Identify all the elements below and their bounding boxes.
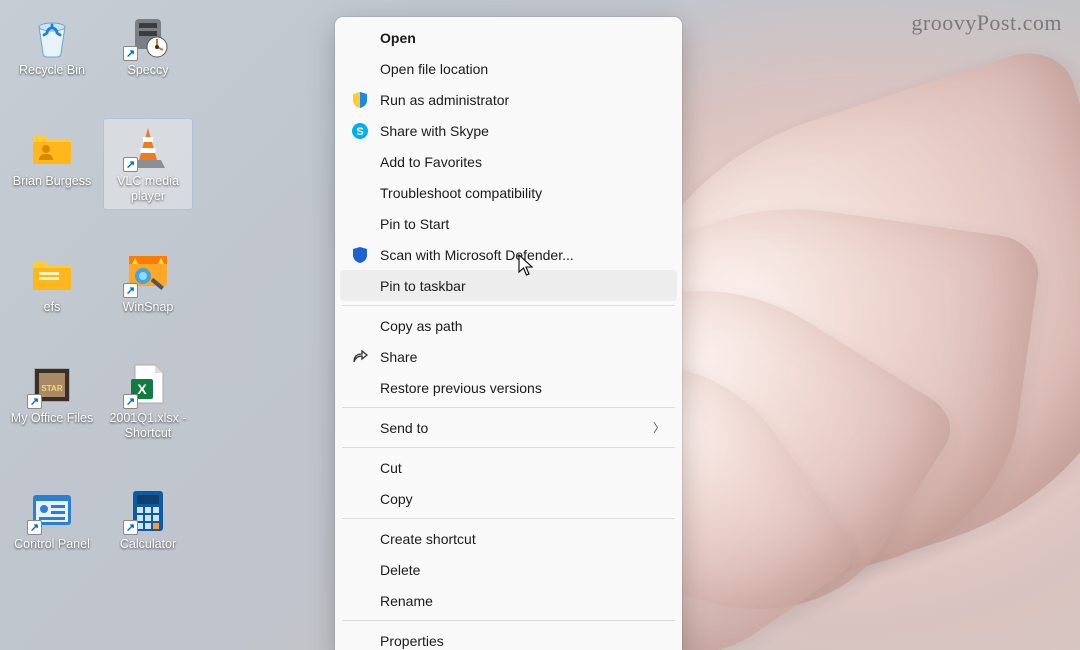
- desktop[interactable]: groovyPost.com Recycle Bin: [0, 0, 1080, 650]
- menu-item-label: Pin to Start: [380, 216, 449, 232]
- speccy-icon: ↗: [124, 12, 172, 60]
- menu-separator: [342, 518, 675, 519]
- icon-excel-shortcut[interactable]: X ↗ 2001Q1.xlsx - Shortcut: [104, 356, 192, 446]
- menu-item-send-to[interactable]: Send to 〉: [340, 412, 677, 443]
- chevron-right-icon: 〉: [653, 419, 665, 436]
- menu-separator: [342, 620, 675, 621]
- vlc-icon: ↗: [124, 123, 172, 171]
- folder-icon: [28, 249, 76, 297]
- menu-item-label: Pin to taskbar: [380, 278, 466, 294]
- icon-label: My Office Files: [11, 411, 93, 427]
- icon-calculator[interactable]: ↗ Calculator: [104, 482, 192, 557]
- office-folder-icon: STAR ↗: [28, 360, 76, 408]
- menu-item-add-favorites[interactable]: Add to Favorites: [340, 146, 677, 177]
- menu-item-label: Delete: [380, 562, 420, 578]
- defender-icon: [350, 245, 370, 265]
- menu-item-cut[interactable]: Cut: [340, 452, 677, 483]
- menu-item-run-as-admin[interactable]: Run as administrator: [340, 84, 677, 115]
- menu-separator: [342, 407, 675, 408]
- menu-item-label: Open file location: [380, 61, 488, 77]
- menu-item-label: Scan with Microsoft Defender...: [380, 247, 574, 263]
- menu-item-open[interactable]: Open: [340, 22, 677, 53]
- shortcut-overlay-icon: ↗: [27, 520, 42, 535]
- menu-item-label: Add to Favorites: [380, 154, 482, 170]
- excel-file-icon: X ↗: [124, 360, 172, 408]
- menu-item-label: Share with Skype: [380, 123, 489, 139]
- svg-text:S: S: [356, 126, 363, 138]
- shortcut-overlay-icon: ↗: [123, 394, 138, 409]
- menu-item-label: Troubleshoot compatibility: [380, 185, 542, 201]
- icon-speccy[interactable]: ↗ Speccy: [104, 8, 192, 83]
- menu-item-label: Restore previous versions: [380, 380, 542, 396]
- menu-item-scan-defender[interactable]: Scan with Microsoft Defender...: [340, 239, 677, 270]
- menu-item-restore-versions[interactable]: Restore previous versions: [340, 372, 677, 403]
- icon-label: Calculator: [120, 537, 176, 553]
- menu-item-share-skype[interactable]: S Share with Skype: [340, 115, 677, 146]
- menu-item-label: Open: [380, 30, 416, 46]
- icon-brian-burgess[interactable]: Brian Burgess: [8, 119, 96, 209]
- winsnap-icon: ↗: [124, 249, 172, 297]
- shield-uac-icon: [350, 90, 370, 110]
- icon-label: WinSnap: [123, 300, 174, 316]
- menu-item-share[interactable]: Share: [340, 341, 677, 372]
- control-panel-icon: ↗: [28, 486, 76, 534]
- shortcut-overlay-icon: ↗: [123, 283, 138, 298]
- user-folder-icon: [28, 123, 76, 171]
- desktop-icons-grid: Recycle Bin ↗ Speccy: [8, 8, 194, 556]
- icon-my-office-files[interactable]: STAR ↗ My Office Files: [8, 356, 96, 446]
- svg-text:STAR: STAR: [41, 384, 62, 393]
- menu-separator: [342, 305, 675, 306]
- icon-label: Speccy: [128, 63, 169, 79]
- icon-efs[interactable]: efs: [8, 245, 96, 320]
- menu-item-create-shortcut[interactable]: Create shortcut: [340, 523, 677, 554]
- menu-item-label: Send to: [380, 420, 428, 436]
- menu-item-label: Share: [380, 349, 417, 365]
- icon-control-panel[interactable]: ↗ Control Panel: [8, 482, 96, 557]
- calculator-icon: ↗: [124, 486, 172, 534]
- shortcut-overlay-icon: ↗: [123, 520, 138, 535]
- share-icon: [350, 347, 370, 367]
- watermark-text: groovyPost.com: [911, 10, 1062, 36]
- icon-label: Brian Burgess: [13, 174, 92, 190]
- menu-item-label: Rename: [380, 593, 433, 609]
- menu-item-open-file-location[interactable]: Open file location: [340, 53, 677, 84]
- menu-item-label: Copy as path: [380, 318, 463, 334]
- svg-text:X: X: [137, 381, 147, 397]
- icon-label: efs: [44, 300, 61, 316]
- menu-separator: [342, 447, 675, 448]
- shortcut-overlay-icon: ↗: [27, 394, 42, 409]
- menu-item-copy[interactable]: Copy: [340, 483, 677, 514]
- menu-item-delete[interactable]: Delete: [340, 554, 677, 585]
- context-menu: Open Open file location Run as administrat…: [335, 17, 682, 650]
- icon-label: Recycle Bin: [19, 63, 85, 79]
- menu-item-label: Copy: [380, 491, 413, 507]
- icon-label: VLC media player: [106, 174, 190, 205]
- icon-recycle-bin[interactable]: Recycle Bin: [8, 8, 96, 83]
- menu-item-label: Properties: [380, 633, 444, 649]
- skype-icon: S: [350, 121, 370, 141]
- shortcut-overlay-icon: ↗: [123, 157, 138, 172]
- icon-label: 2001Q1.xlsx - Shortcut: [106, 411, 190, 442]
- recycle-bin-icon: [28, 12, 76, 60]
- icon-label: Control Panel: [14, 537, 90, 553]
- icon-vlc[interactable]: ↗ VLC media player: [104, 119, 192, 209]
- menu-item-troubleshoot[interactable]: Troubleshoot compatibility: [340, 177, 677, 208]
- menu-item-label: Cut: [380, 460, 402, 476]
- menu-item-pin-start[interactable]: Pin to Start: [340, 208, 677, 239]
- menu-item-copy-path[interactable]: Copy as path: [340, 310, 677, 341]
- menu-item-rename[interactable]: Rename: [340, 585, 677, 616]
- menu-item-properties[interactable]: Properties: [340, 625, 677, 650]
- icon-winsnap[interactable]: ↗ WinSnap: [104, 245, 192, 320]
- shortcut-overlay-icon: ↗: [123, 46, 138, 61]
- menu-item-label: Run as administrator: [380, 92, 509, 108]
- menu-item-label: Create shortcut: [380, 531, 476, 547]
- menu-item-pin-taskbar[interactable]: Pin to taskbar: [340, 270, 677, 301]
